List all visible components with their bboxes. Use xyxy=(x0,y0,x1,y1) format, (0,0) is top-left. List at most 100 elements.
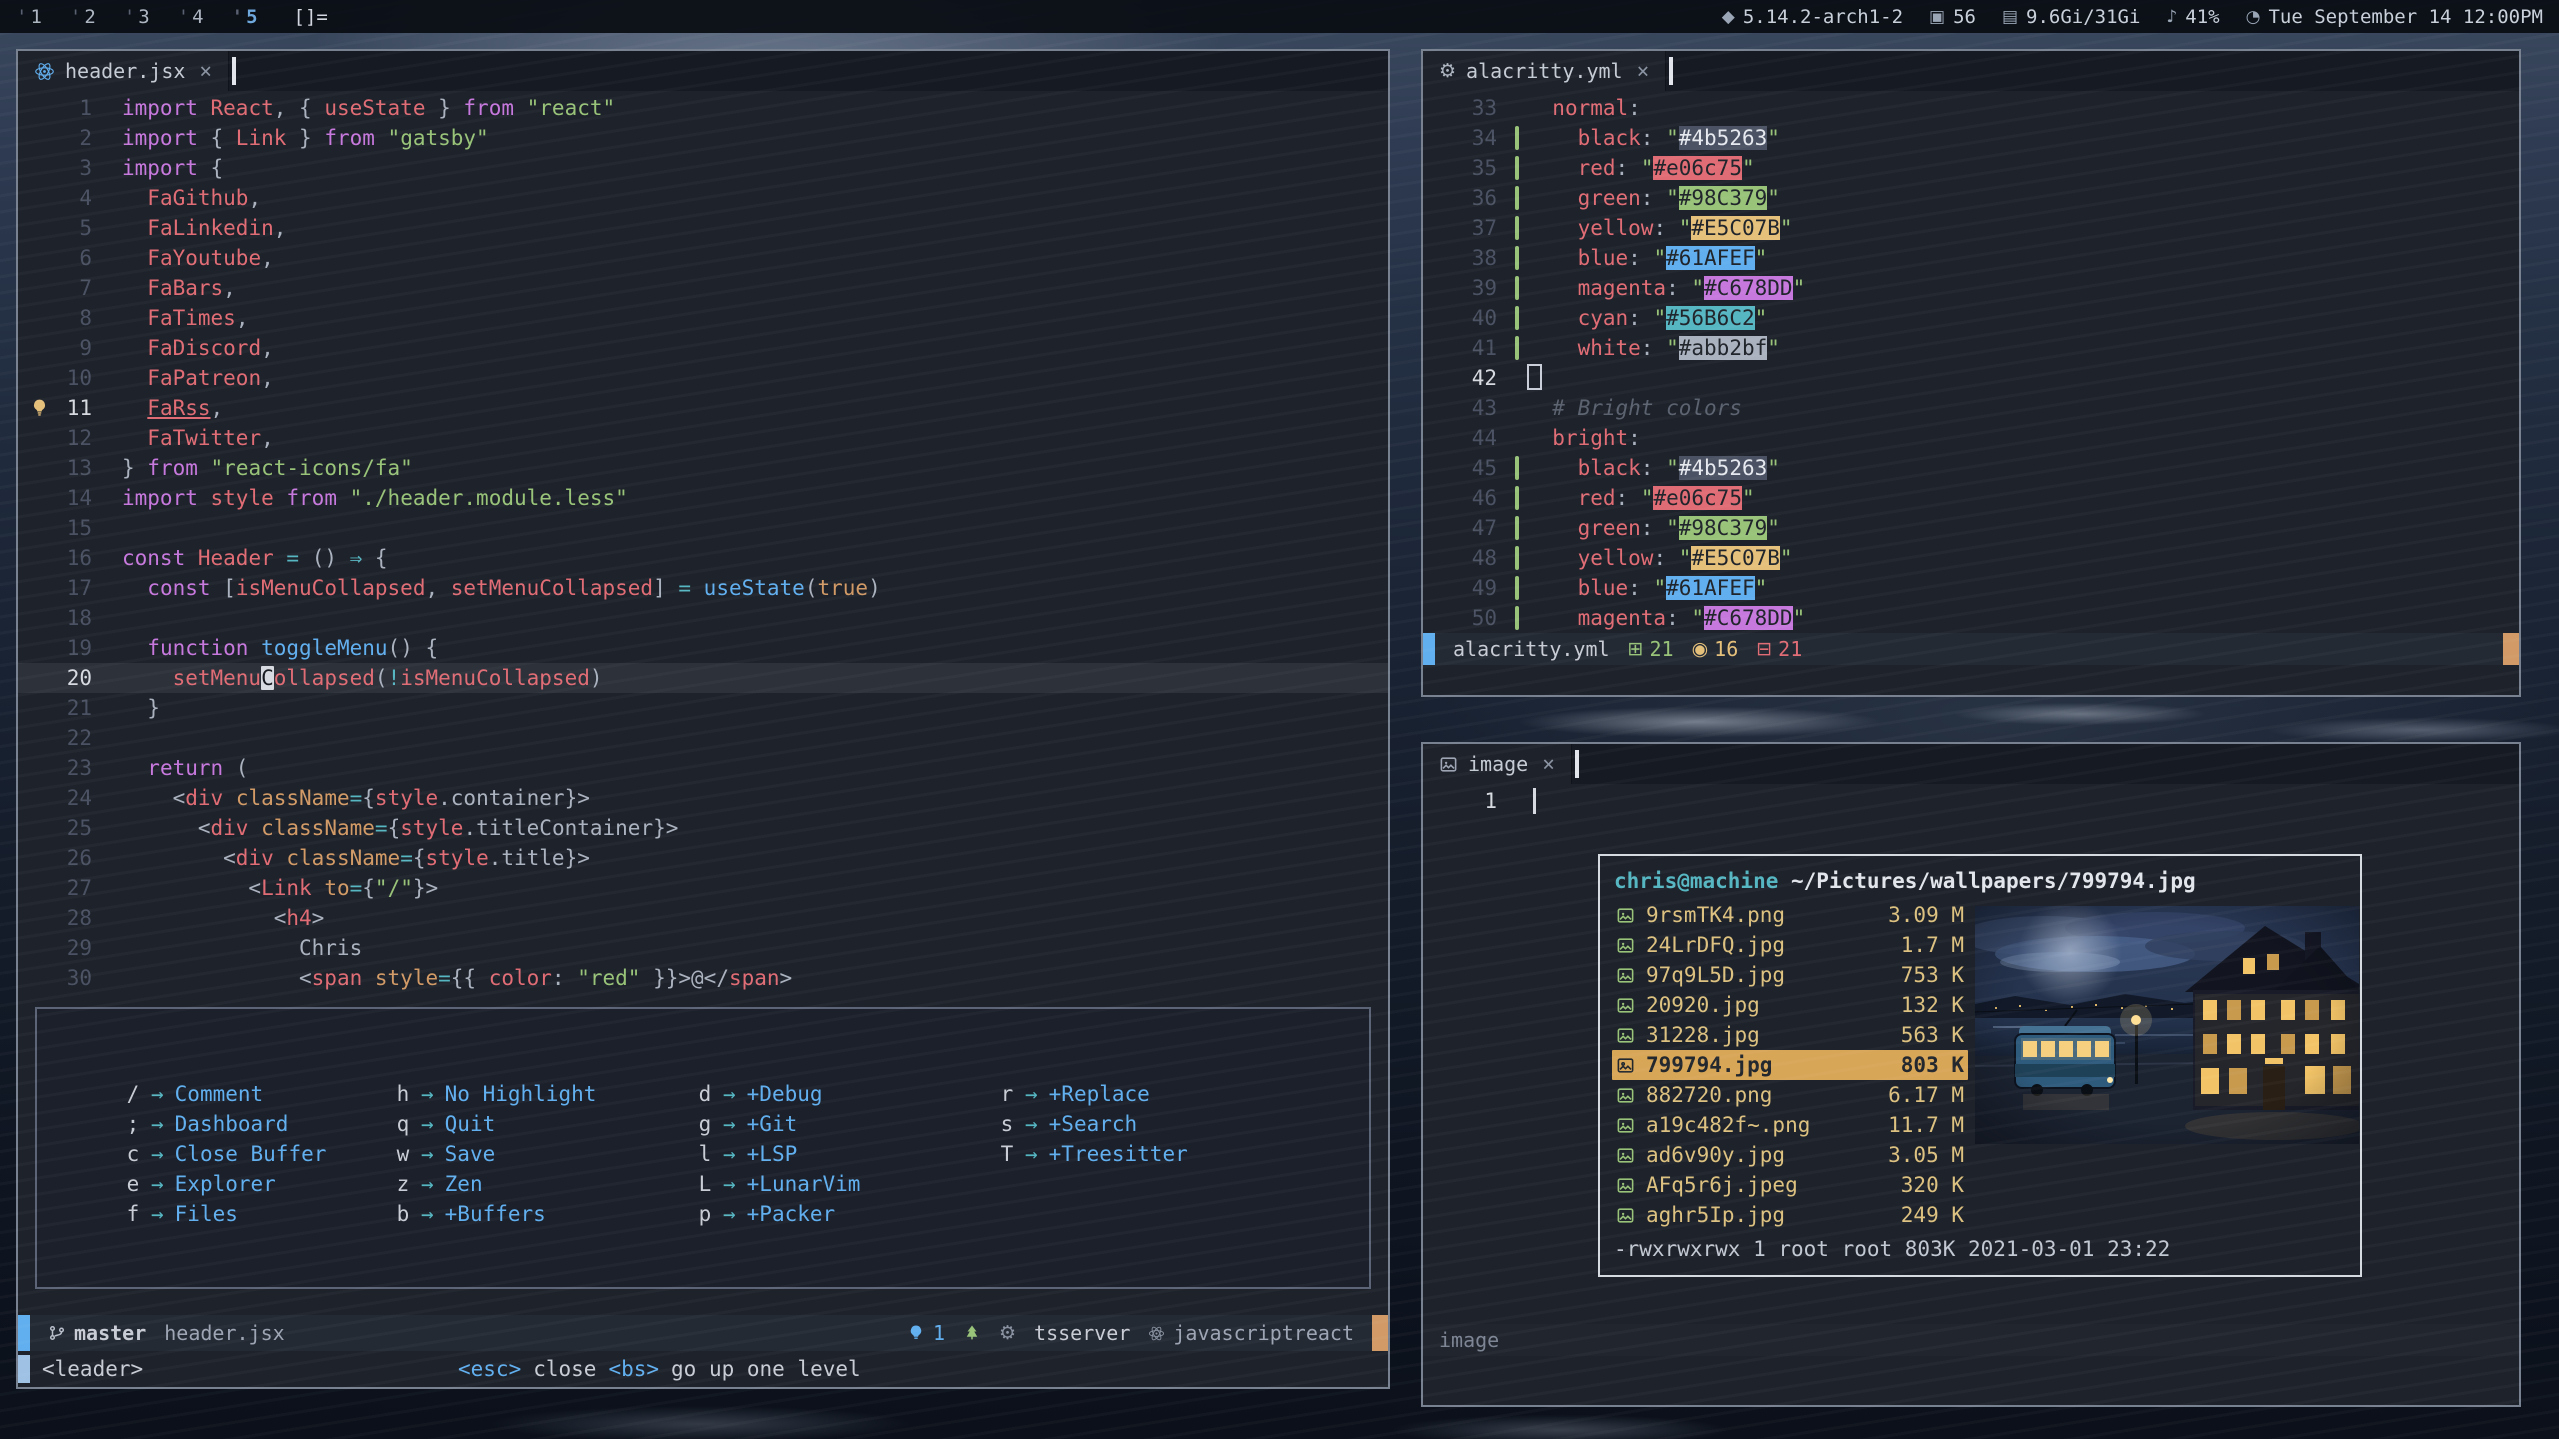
code-line[interactable]: 18 xyxy=(18,603,1388,633)
code-line[interactable]: 49 blue: "#61AFEF" xyxy=(1423,573,2519,603)
tab-alacritty-yml[interactable]: ⚙ alacritty.yml × xyxy=(1423,51,1666,91)
tab-image[interactable]: image × xyxy=(1423,744,1572,784)
code-line[interactable]: 3import { xyxy=(18,153,1388,183)
code-area[interactable]: 33 normal:34 black: "#4b5263"35 red: "#e… xyxy=(1423,93,2519,633)
code-line[interactable]: 19 function toggleMenu() { xyxy=(18,633,1388,663)
code-line[interactable]: 21 } xyxy=(18,693,1388,723)
git-sign-added xyxy=(1515,456,1519,480)
close-icon[interactable]: × xyxy=(1637,59,1650,83)
workspace-button-2[interactable]: 2 xyxy=(70,6,96,28)
file-row[interactable]: ad6v90y.jpg3.05 M xyxy=(1612,1140,1968,1170)
whichkey-item[interactable]: T→+Treesitter xyxy=(1000,1139,1188,1169)
whichkey-item[interactable]: z→Zen xyxy=(396,1169,596,1199)
code-line[interactable]: 36 green: "#98C379" xyxy=(1423,183,2519,213)
code-line[interactable]: 17 const [isMenuCollapsed, setMenuCollap… xyxy=(18,573,1388,603)
code-line[interactable]: 13} from "react-icons/fa" xyxy=(18,453,1388,483)
whichkey-item[interactable]: L→+LunarVim xyxy=(698,1169,860,1199)
whichkey-item[interactable]: ;→Dashboard xyxy=(126,1109,326,1139)
whichkey-item[interactable]: /→Comment xyxy=(126,1079,326,1109)
close-icon[interactable]: × xyxy=(1542,752,1555,776)
code-line[interactable]: 9 FaDiscord, xyxy=(18,333,1388,363)
file-row-selected[interactable]: 799794.jpg803 K xyxy=(1612,1050,1968,1080)
workspace-button-5[interactable]: 5 xyxy=(232,6,258,28)
code-area[interactable]: 1import React, { useState } from "react"… xyxy=(18,93,1388,993)
code-line[interactable]: 30 <span style={{ color: "red" }}>@</spa… xyxy=(18,963,1388,993)
code-line[interactable]: 28 <h4> xyxy=(18,903,1388,933)
code-line[interactable]: 25 <div className={style.titleContainer}… xyxy=(18,813,1388,843)
code-line[interactable]: 7 FaBars, xyxy=(18,273,1388,303)
whichkey-item[interactable]: l→+LSP xyxy=(698,1139,860,1169)
line-number: 13 xyxy=(18,453,122,483)
code-line[interactable]: 37 yellow: "#E5C07B" xyxy=(1423,213,2519,243)
whichkey-item[interactable]: g→+Git xyxy=(698,1109,860,1139)
code-line[interactable]: 27 <Link to={"/"}> xyxy=(18,873,1388,903)
whichkey-item[interactable]: b→+Buffers xyxy=(396,1199,596,1229)
close-icon[interactable]: × xyxy=(199,59,212,83)
code-line[interactable]: 4 FaGithub, xyxy=(18,183,1388,213)
file-row[interactable]: AFq5r6j.jpeg320 K xyxy=(1612,1170,1968,1200)
code-line[interactable]: 45 black: "#4b5263" xyxy=(1423,453,2519,483)
code-line[interactable]: 23 return ( xyxy=(18,753,1388,783)
file-row[interactable]: aghr5Ip.jpg249 K xyxy=(1612,1200,1968,1230)
code-line[interactable]: 26 <div className={style.title}> xyxy=(18,843,1388,873)
whichkey-item[interactable]: e→Explorer xyxy=(126,1169,326,1199)
code-line[interactable]: 5 FaLinkedin, xyxy=(18,213,1388,243)
code-line[interactable]: 44 bright: xyxy=(1423,423,2519,453)
arrow-icon: → xyxy=(712,1142,747,1166)
code-line[interactable]: 14import style from "./header.module.les… xyxy=(18,483,1388,513)
code-line[interactable]: 33 normal: xyxy=(1423,93,2519,123)
whichkey-item[interactable]: q→Quit xyxy=(396,1109,596,1139)
code-line[interactable]: 39 magenta: "#C678DD" xyxy=(1423,273,2519,303)
code-line[interactable]: 22 xyxy=(18,723,1388,753)
code-line[interactable]: 8 FaTimes, xyxy=(18,303,1388,333)
image-file-icon xyxy=(1616,1116,1646,1135)
code-line[interactable]: 10 FaPatreon, xyxy=(18,363,1388,393)
whichkey-item[interactable]: w→Save xyxy=(396,1139,596,1169)
layout-indicator[interactable]: []= xyxy=(294,6,328,28)
file-row[interactable]: 9rsmTK4.png3.09 M xyxy=(1612,900,1968,930)
code-line[interactable]: 43 # Bright colors xyxy=(1423,393,2519,423)
whichkey-item[interactable]: f→Files xyxy=(126,1199,326,1229)
code-line[interactable]: 48 yellow: "#E5C07B" xyxy=(1423,543,2519,573)
code-line[interactable]: 20 setMenuCollapsed(!isMenuCollapsed) xyxy=(18,663,1388,693)
code-line[interactable]: 1import React, { useState } from "react" xyxy=(18,93,1388,123)
workspace-button-4[interactable]: 4 xyxy=(178,6,204,28)
whichkey-item[interactable]: p→+Packer xyxy=(698,1199,860,1229)
whichkey-item[interactable]: h→No Highlight xyxy=(396,1079,596,1109)
code-line[interactable]: 40 cyan: "#56B6C2" xyxy=(1423,303,2519,333)
code-line[interactable]: 24 <div className={style.container}> xyxy=(18,783,1388,813)
code-line[interactable]: 47 green: "#98C379" xyxy=(1423,513,2519,543)
code-line[interactable]: 15 xyxy=(18,513,1388,543)
gear-icon: ⚙ xyxy=(1439,60,1456,82)
code-line[interactable]: 50 magenta: "#C678DD" xyxy=(1423,603,2519,633)
file-row[interactable]: 97q9L5D.jpg753 K xyxy=(1612,960,1968,990)
file-row[interactable]: 20920.jpg132 K xyxy=(1612,990,1968,1020)
whichkey-item[interactable]: r→+Replace xyxy=(1000,1079,1188,1109)
code-line[interactable]: 41 white: "#abb2bf" xyxy=(1423,333,2519,363)
file-row[interactable]: a19c482f~.png11.7 M xyxy=(1612,1110,1968,1140)
command-line[interactable]: <leader> <esc> close <bs> go up one leve… xyxy=(18,1351,1388,1387)
code-line[interactable]: 2import { Link } from "gatsby" xyxy=(18,123,1388,153)
tab-header-jsx[interactable]: header.jsx × xyxy=(18,51,229,91)
react-icon xyxy=(34,61,55,82)
hint-key-esc: <esc> xyxy=(458,1357,521,1381)
code-line[interactable]: 6 FaYoutube, xyxy=(18,243,1388,273)
code-line[interactable]: 42 xyxy=(1423,363,2519,393)
whichkey-item[interactable]: c→Close Buffer xyxy=(126,1139,326,1169)
file-row[interactable]: 24LrDFQ.jpg1.7 M xyxy=(1612,930,1968,960)
whichkey-item[interactable]: d→+Debug xyxy=(698,1079,860,1109)
code-line[interactable]: 38 blue: "#61AFEF" xyxy=(1423,243,2519,273)
code-line[interactable]: 35 red: "#e06c75" xyxy=(1423,153,2519,183)
buffer-line[interactable]: 1 xyxy=(1423,786,1536,816)
workspace-button-1[interactable]: 1 xyxy=(16,6,42,28)
code-line[interactable]: 16const Header = () ⇒ { xyxy=(18,543,1388,573)
code-line[interactable]: 29 Chris xyxy=(18,933,1388,963)
code-line[interactable]: 11 FaRss, xyxy=(18,393,1388,423)
code-line[interactable]: 46 red: "#e06c75" xyxy=(1423,483,2519,513)
file-row[interactable]: 882720.png6.17 M xyxy=(1612,1080,1968,1110)
code-line[interactable]: 34 black: "#4b5263" xyxy=(1423,123,2519,153)
workspace-button-3[interactable]: 3 xyxy=(124,6,150,28)
code-line[interactable]: 12 FaTwitter, xyxy=(18,423,1388,453)
whichkey-item[interactable]: s→+Search xyxy=(1000,1109,1188,1139)
file-row[interactable]: 31228.jpg563 K xyxy=(1612,1020,1968,1050)
